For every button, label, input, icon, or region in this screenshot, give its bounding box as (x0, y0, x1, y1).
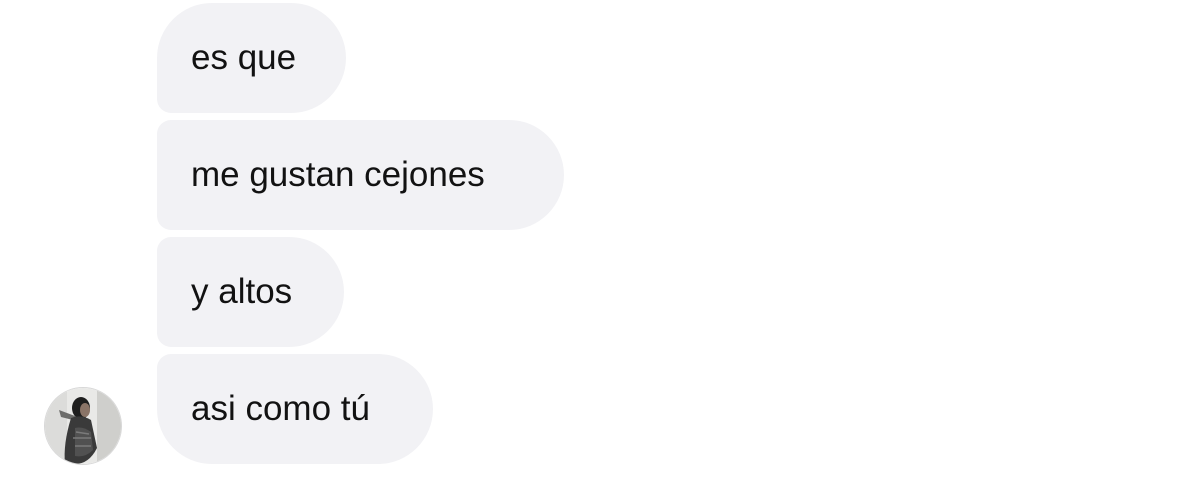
profile-photo-icon (45, 388, 121, 464)
message-bubble[interactable]: me gustan cejones (157, 120, 564, 230)
message-thread: es que me gustan cejones y altos asi com… (0, 0, 1200, 500)
message-text: asi como tú (191, 389, 370, 428)
message-bubble[interactable]: es que (157, 3, 346, 113)
message-text: es que (191, 38, 297, 77)
message-text: me gustan cejones (191, 155, 485, 194)
message-bubble[interactable]: asi como tú (157, 354, 433, 464)
message-bubble[interactable]: y altos (157, 237, 344, 347)
sender-avatar[interactable] (44, 387, 122, 465)
message-text: y altos (191, 272, 293, 311)
